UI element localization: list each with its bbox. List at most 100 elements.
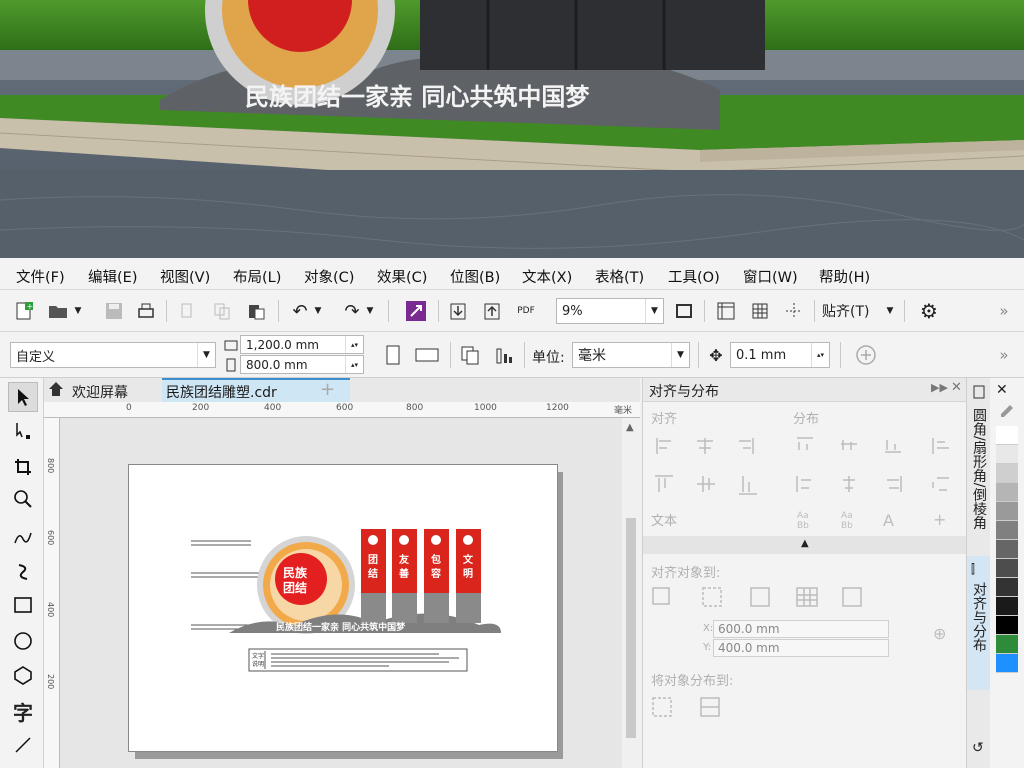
nudge-distance-input[interactable]: 0.1 mm ▴▾ — [730, 342, 830, 368]
chevron-down-icon[interactable]: ▼ — [197, 343, 215, 367]
align-to-icons[interactable] — [651, 584, 891, 610]
crosshair-icon[interactable]: + — [933, 510, 946, 529]
vertical-scrollbar[interactable]: ▲ — [622, 418, 640, 768]
menu-bitmaps[interactable]: 位图(B) — [450, 266, 500, 287]
page-height-input[interactable]: 800.0 mm ▴▾ — [240, 355, 364, 374]
units-select[interactable]: 毫米 ▼ — [572, 342, 690, 368]
color-swatch[interactable] — [996, 445, 1018, 464]
undo-dropdown-icon[interactable]: ▼ — [312, 299, 324, 323]
scrollbar-thumb[interactable] — [626, 518, 636, 738]
page-size-preset[interactable]: 自定义 ▼ — [10, 342, 216, 368]
drawing-canvas[interactable]: 0 200 400 600 800 1000 1200 毫米 800 600 4… — [44, 402, 640, 768]
redo-dropdown-icon[interactable]: ▼ — [364, 299, 376, 323]
zoom-level-combo[interactable]: 9% ▼ — [556, 298, 664, 324]
menu-edit[interactable]: 编辑(E) — [88, 266, 137, 287]
toolbar-overflow-icon[interactable]: » — [992, 299, 1016, 323]
add-tab-icon[interactable]: + — [320, 379, 335, 400]
color-swatch[interactable] — [996, 464, 1018, 483]
undo-icon[interactable]: ↶ — [288, 299, 312, 323]
spin-icon[interactable]: ▴▾ — [345, 336, 363, 353]
landscape-icon[interactable] — [414, 343, 440, 367]
color-swatch[interactable] — [996, 483, 1018, 502]
page-width-input[interactable]: 1,200.0 mm ▴▾ — [240, 335, 364, 354]
save-icon[interactable] — [102, 299, 126, 323]
spin-icon[interactable]: ▴▾ — [811, 343, 829, 367]
export-icon[interactable] — [480, 299, 504, 323]
menu-object[interactable]: 对象(C) — [304, 266, 354, 287]
color-swatch[interactable] — [996, 654, 1018, 673]
rectangle-tool-icon[interactable] — [8, 590, 38, 620]
artistic-media-icon[interactable] — [8, 556, 38, 586]
collapse-icon[interactable]: ▶▶ — [931, 381, 948, 394]
crop-tool-icon[interactable] — [8, 452, 38, 482]
print-icon[interactable] — [134, 299, 158, 323]
propertybar-overflow-icon[interactable]: » — [992, 343, 1016, 367]
grid-icon[interactable] — [748, 299, 772, 323]
tab-align-distribute-active[interactable]: ⫿ 对齐与分布 — [967, 556, 991, 690]
color-swatch[interactable] — [996, 559, 1018, 578]
add-page-icon[interactable] — [854, 343, 878, 367]
fillet-tab-icon[interactable] — [970, 382, 988, 400]
artwork[interactable]: 民族 团结 团结 友善 包容 文明 民族团结一家亲 同心共筑中国梦 文字 说明 — [129, 465, 559, 753]
menu-layout[interactable]: 布局(L) — [233, 266, 281, 287]
rulers-icon[interactable] — [714, 299, 738, 323]
menu-view[interactable]: 视图(V) — [160, 266, 210, 287]
color-swatch[interactable] — [996, 540, 1018, 559]
redo-icon[interactable]: ↷ — [340, 299, 364, 323]
import-icon[interactable] — [446, 299, 470, 323]
shape-tool-icon[interactable] — [8, 416, 38, 446]
options-gear-icon[interactable]: ⚙ — [916, 299, 942, 323]
menu-table[interactable]: 表格(T) — [595, 266, 644, 287]
publish-pdf-icon[interactable]: PDF — [512, 299, 540, 323]
color-swatch[interactable] — [996, 502, 1018, 521]
scroll-up-icon[interactable]: ▲ — [626, 422, 634, 433]
cut-icon[interactable] — [176, 299, 200, 323]
menu-file[interactable]: 文件(F) — [16, 266, 65, 287]
menu-help[interactable]: 帮助(H) — [819, 266, 870, 287]
text-align-icons[interactable]: AaBb AaBb A — [793, 508, 913, 534]
eyedropper-icon[interactable] — [996, 402, 1016, 422]
vertical-ruler[interactable]: 800 600 400 200 — [44, 418, 60, 768]
tab-fillet-scallop-chamfer[interactable]: 圆角/扇形角/倒棱角 — [969, 408, 989, 529]
all-pages-icon[interactable] — [458, 343, 482, 367]
y-coordinate-input[interactable]: 400.0 mm — [713, 639, 889, 657]
distribute-icons[interactable] — [793, 432, 963, 502]
chevron-down-icon[interactable]: ▼ — [671, 343, 689, 367]
close-icon[interactable]: ✕ — [951, 380, 962, 395]
distribute-to-icons[interactable] — [651, 694, 731, 720]
spin-icon[interactable]: ▴▾ — [345, 356, 363, 373]
color-swatch[interactable] — [996, 616, 1018, 635]
full-screen-icon[interactable] — [672, 299, 696, 323]
zoom-tool-icon[interactable] — [8, 484, 38, 514]
home-icon[interactable] — [48, 381, 64, 399]
parallel-dimension-icon[interactable] — [8, 730, 38, 760]
color-swatch[interactable] — [996, 521, 1018, 540]
color-swatch[interactable] — [996, 597, 1018, 616]
tab-welcome[interactable]: 欢迎屏幕 — [72, 382, 128, 402]
menu-tools[interactable]: 工具(O) — [668, 266, 720, 287]
drawing-page[interactable]: 民族 团结 团结 友善 包容 文 明 民族团结一家亲 同心共筑中国梦 文字 说明 — [128, 464, 558, 752]
color-swatch[interactable] — [996, 426, 1018, 445]
snap-to-button[interactable]: 贴齐(T) — [822, 299, 882, 323]
new-document-icon[interactable]: + — [12, 299, 36, 323]
menu-effects[interactable]: 效果(C) — [377, 266, 427, 287]
open-folder-icon[interactable] — [46, 299, 70, 323]
horizontal-ruler[interactable]: 0 200 400 600 800 1000 1200 毫米 — [44, 402, 640, 418]
x-coordinate-input[interactable]: 600.0 mm — [713, 620, 889, 638]
open-dropdown-icon[interactable]: ▼ — [72, 299, 84, 323]
ellipse-tool-icon[interactable] — [8, 626, 38, 656]
expand-arrow-icon[interactable]: ▲ — [801, 538, 809, 549]
color-swatch[interactable] — [996, 578, 1018, 597]
current-page-icon[interactable] — [492, 343, 516, 367]
menu-text[interactable]: 文本(X) — [522, 266, 572, 287]
add-point-icon[interactable]: ⊕ — [933, 624, 946, 643]
polygon-tool-icon[interactable] — [8, 660, 38, 690]
color-swatch[interactable] — [996, 635, 1018, 654]
snap-dropdown-icon[interactable]: ▼ — [884, 299, 896, 323]
docker-add-icon[interactable]: ↺ — [972, 740, 984, 756]
chevron-down-icon[interactable]: ▼ — [645, 299, 663, 323]
paste-icon[interactable] — [244, 299, 268, 323]
text-tool-icon[interactable]: 字 — [8, 696, 38, 726]
portrait-icon[interactable] — [382, 343, 404, 367]
menu-window[interactable]: 窗口(W) — [743, 266, 798, 287]
